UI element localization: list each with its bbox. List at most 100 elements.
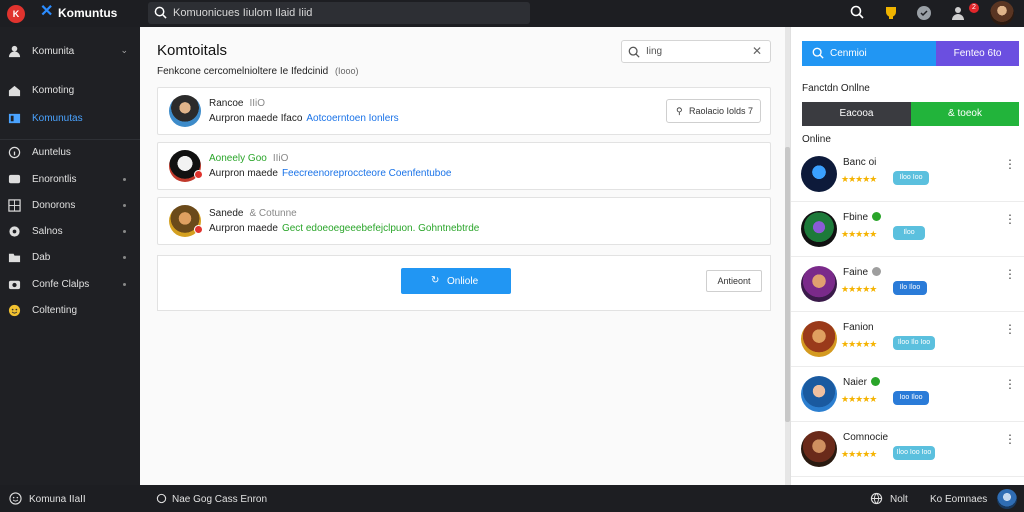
card-name: Rancoe IIiO <box>209 98 265 109</box>
verified-icon <box>872 267 882 276</box>
user-icon: ⚲ <box>676 106 683 116</box>
card-name-text: Rancoe <box>209 98 244 109</box>
community-card[interactable]: Rancoe IIiO Aurpron maede Ifaco Aotcoernto… <box>157 87 771 135</box>
community-card[interactable]: Aoneely Goo IIiO Aurpron maede Feecreenore… <box>157 142 771 190</box>
friend-badge: Ilo Iloo <box>893 281 927 295</box>
sidebar-item-label: Komunita <box>32 46 75 57</box>
tab-search[interactable]: Cenmioi <box>802 41 936 66</box>
card-description: Aurpron maede Feecreenoreproccteore Coenf… <box>209 168 452 179</box>
sidebar-item-auntelus[interactable]: Auntelus <box>0 142 140 164</box>
more-vertical-icon[interactable]: ⋮ <box>1004 213 1016 225</box>
sidebar-item-komoting[interactable]: Komoting <box>0 80 140 102</box>
friend-name: Fbine <box>843 212 882 223</box>
brand-name[interactable]: Komuntus <box>58 6 117 20</box>
friend-name: Comnocie <box>843 432 888 443</box>
friend-badge: Iloo Ioo <box>893 171 929 185</box>
page-subtitle-text: Fenkcone cercomelnioltere Ie Ifedcinid <box>157 66 329 77</box>
rating-stars: ★★★★★ <box>841 394 877 404</box>
more-vertical-icon[interactable]: ⋮ <box>1004 158 1016 170</box>
tab-search-label: Cenmioi <box>830 48 867 59</box>
friend-row[interactable]: Banc oi ★★★★★ Iloo Ioo ⋮ <box>791 147 1024 202</box>
status-circle-icon <box>156 493 167 504</box>
sidebar-item-label: Confe Clalps <box>32 279 90 290</box>
settings-icon <box>9 226 20 237</box>
global-search[interactable]: Komuonicues Iiulom Ilaid Iiid <box>148 2 530 24</box>
friend-badge: Ioo Iloo <box>893 391 929 405</box>
clear-icon[interactable]: ✕ <box>752 44 762 58</box>
friend-row[interactable]: Comnocie ★★★★★ Iloo Ioo Ioo ⋮ <box>791 422 1024 477</box>
community-search-input[interactable]: Iing ✕ <box>621 40 771 63</box>
trophy-icon[interactable] <box>883 5 899 21</box>
search-icon <box>812 47 824 59</box>
friend-name: Naier <box>843 377 880 388</box>
sidebar-item-enorontlis[interactable]: Enorontlis <box>0 169 140 191</box>
bottom-center-label[interactable]: Nae Gog Cass Enron <box>172 494 267 505</box>
notification-badge: 2 <box>969 3 979 13</box>
more-vertical-icon[interactable]: ⋮ <box>1004 323 1016 335</box>
search-icon[interactable] <box>850 5 864 19</box>
users-icon <box>8 45 21 58</box>
card-link[interactable]: Gect edoeoegeeebefejclpuon. Gohntnebtrde <box>282 223 479 234</box>
sidebar: Komunita ⌄ Komoting Komunutas Auntelus E… <box>0 27 140 485</box>
community-card[interactable]: Sanede & Cotunne Aurpron maede Gect edoeoe… <box>157 197 771 245</box>
avatar <box>801 211 837 247</box>
friend-row[interactable]: Naier ★★★★★ Ioo Iloo ⋮ <box>791 367 1024 422</box>
bottom-left-label[interactable]: Komuna IIaII <box>29 494 86 505</box>
card-link[interactable]: Feecreenoreproccteore Coenfentuboe <box>282 168 452 179</box>
emoji-icon[interactable] <box>9 492 22 505</box>
more-vertical-icon[interactable]: ⋮ <box>1004 433 1016 445</box>
sidebar-item-salnos[interactable]: Salnos <box>0 221 140 243</box>
sidebar-item-dab[interactable]: Dab <box>0 247 140 269</box>
rating-stars: ★★★★★ <box>841 229 877 239</box>
more-vertical-icon[interactable]: ⋮ <box>1004 378 1016 390</box>
sidebar-item-confe-clalps[interactable]: Confe Clalps <box>0 274 140 296</box>
sidebar-item-coltenting[interactable]: Coltenting <box>0 300 140 322</box>
secondary-button[interactable]: Antieont <box>706 270 762 292</box>
app-logo-icon[interactable]: K <box>7 5 25 23</box>
user-avatar[interactable] <box>997 489 1017 509</box>
top-bar: K ✕ Komuntus Komuonicues Iiulom Ilaid Ii… <box>0 0 1024 27</box>
friend-name-text: Naier <box>843 377 867 388</box>
friend-row[interactable]: Fanion ★★★★★ Iloo Ilo Ioo ⋮ <box>791 312 1024 367</box>
card-name-text: Aoneely Goo <box>209 153 267 164</box>
more-dot-icon <box>123 256 126 259</box>
friends-icon[interactable] <box>950 5 966 21</box>
verified-icon <box>870 377 880 386</box>
friend-row[interactable]: Fbine ★★★★★ Iloo ⋮ <box>791 202 1024 257</box>
card-description: Aurpron maede Ifaco Aotcoerntoen Ionlers <box>209 113 399 124</box>
grid-icon <box>8 199 21 212</box>
chat-icon[interactable] <box>916 5 932 21</box>
card-description-text: Aurpron maede Ifaco <box>209 113 303 124</box>
bottom-right-a[interactable]: Nolt <box>890 494 908 505</box>
friend-row[interactable]: Faine ★★★★★ Ilo Iloo ⋮ <box>791 257 1024 312</box>
verified-icon <box>872 212 882 221</box>
friend-name: Fanion <box>843 322 874 333</box>
camera-icon <box>8 280 21 290</box>
tab-secondary[interactable]: Fenteo 6to <box>936 41 1019 66</box>
sidebar-item-komunita[interactable]: Komunita ⌄ <box>0 41 140 63</box>
card-link[interactable]: Aotcoerntoen Ionlers <box>306 113 398 124</box>
friend-name-text: Banc oi <box>843 157 877 168</box>
user-avatar[interactable] <box>990 1 1014 25</box>
message-icon <box>8 174 21 184</box>
online-label: Online <box>802 134 831 145</box>
card-meta: IIiO <box>249 98 266 109</box>
main-content: Komtoitals Fenkcone cercomelnioltere Ie … <box>140 27 788 485</box>
follow-button[interactable]: ⚲ Raolacio Iolds 7 <box>666 99 761 123</box>
sidebar-item-label: Komunutas <box>32 113 83 124</box>
sidebar-item-komunutas[interactable]: Komunutas <box>0 108 140 130</box>
online-button[interactable]: ↻ Onliole <box>401 268 511 294</box>
toggle-left[interactable]: Eacooa <box>802 102 911 126</box>
sidebar-item-label: Donorons <box>32 200 76 211</box>
bottom-right-b[interactable]: Ko Eomnaes <box>930 494 987 505</box>
globe-icon[interactable] <box>870 492 883 505</box>
more-vertical-icon[interactable]: ⋮ <box>1004 268 1016 280</box>
rating-stars: ★★★★★ <box>841 449 877 459</box>
card-name-text: Sanede <box>209 208 244 219</box>
toggle-right[interactable]: & toeok <box>911 102 1019 126</box>
friend-name-text: Faine <box>843 267 869 278</box>
sidebar-item-label: Auntelus <box>32 147 71 158</box>
sidebar-item-donorons[interactable]: Donorons <box>0 195 140 217</box>
community-icon <box>8 113 21 124</box>
status-dot <box>194 170 203 179</box>
